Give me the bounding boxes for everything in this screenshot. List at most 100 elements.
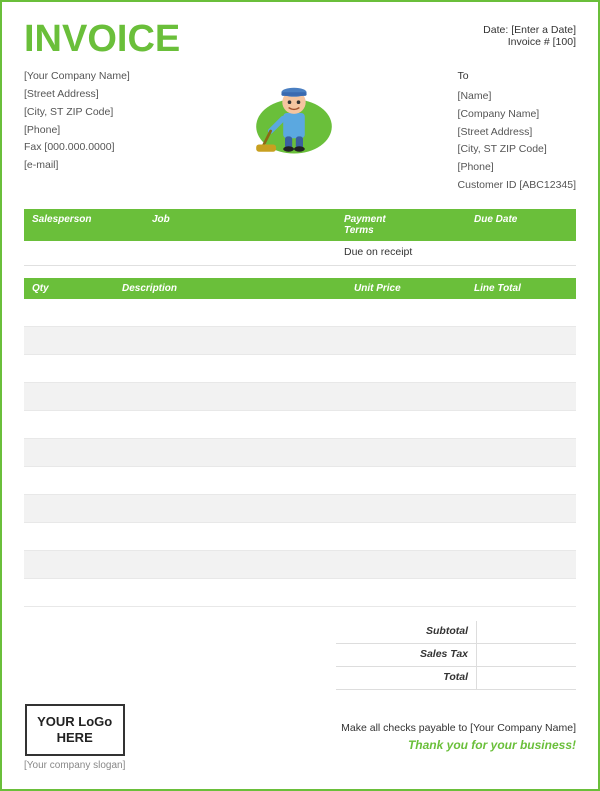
payment-terms-value: Due on receipt bbox=[336, 241, 466, 265]
seller-info: [Your Company Name] [Street Address] [Ci… bbox=[24, 68, 130, 175]
buyer-name: [Name] bbox=[458, 88, 576, 106]
buyer-customer-id: Customer ID [ABC12345] bbox=[458, 177, 576, 195]
qty-cell bbox=[24, 495, 114, 523]
desc-cell bbox=[114, 579, 346, 607]
total-cell bbox=[466, 495, 576, 523]
billing-section: [Your Company Name] [Street Address] [Ci… bbox=[24, 68, 576, 195]
table-row bbox=[24, 327, 576, 355]
desc-cell bbox=[114, 411, 346, 439]
col-salesperson: Salesperson bbox=[24, 209, 144, 241]
total-cell bbox=[466, 467, 576, 495]
items-header-row: Qty Description Unit Price Line Total bbox=[24, 278, 576, 299]
col-due-date: Due Date bbox=[466, 209, 576, 241]
desc-cell bbox=[114, 327, 346, 355]
cleaner-icon bbox=[249, 68, 339, 158]
unit-cell bbox=[346, 327, 466, 355]
buyer-city: [City, ST ZIP Code] bbox=[458, 141, 576, 159]
items-table: Qty Description Unit Price Line Total bbox=[24, 278, 576, 607]
tax-row: Sales Tax bbox=[336, 644, 576, 667]
subtotal-label: Subtotal bbox=[336, 621, 476, 643]
unit-cell bbox=[346, 439, 466, 467]
to-label: To bbox=[458, 68, 576, 86]
payable-text: Make all checks payable to [Your Company… bbox=[341, 722, 576, 734]
qty-cell bbox=[24, 327, 114, 355]
date-line: Date: [Enter a Date] bbox=[483, 24, 576, 36]
unit-cell bbox=[346, 579, 466, 607]
qty-cell bbox=[24, 523, 114, 551]
invoice-label: Invoice # bbox=[508, 36, 550, 48]
illustration-area bbox=[214, 68, 374, 158]
desc-cell bbox=[114, 551, 346, 579]
desc-cell bbox=[114, 523, 346, 551]
totals-section: Subtotal Sales Tax Total bbox=[24, 621, 576, 690]
salesperson-data-row: Due on receipt bbox=[24, 241, 576, 266]
unit-cell bbox=[346, 467, 466, 495]
desc-cell bbox=[114, 383, 346, 411]
total-cell bbox=[466, 579, 576, 607]
table-row bbox=[24, 411, 576, 439]
logo-area: YOUR LoGo HERE [Your company slogan] bbox=[24, 704, 125, 771]
date-value: [Enter a Date] bbox=[511, 24, 576, 36]
total-cell bbox=[466, 439, 576, 467]
footer: YOUR LoGo HERE [Your company slogan] Mak… bbox=[24, 704, 576, 771]
table-row bbox=[24, 495, 576, 523]
subtotal-value bbox=[476, 621, 576, 643]
qty-cell bbox=[24, 299, 114, 327]
salesperson-value bbox=[24, 241, 144, 265]
thank-you-text: Thank you for your business! bbox=[341, 738, 576, 752]
unit-cell bbox=[346, 411, 466, 439]
invoice-number: [100] bbox=[553, 36, 576, 48]
salesperson-table: Salesperson Job PaymentTerms Due Date Du… bbox=[24, 209, 576, 266]
total-cell bbox=[466, 355, 576, 383]
job-value bbox=[144, 241, 336, 265]
table-row bbox=[24, 579, 576, 607]
unit-cell bbox=[346, 383, 466, 411]
totals-table: Subtotal Sales Tax Total bbox=[336, 621, 576, 690]
total-cell bbox=[466, 551, 576, 579]
invoice-title: INVOICE bbox=[24, 20, 180, 58]
invoice-number-line: Invoice # [100] bbox=[483, 36, 576, 48]
qty-cell bbox=[24, 383, 114, 411]
unit-cell bbox=[346, 551, 466, 579]
table-row bbox=[24, 439, 576, 467]
col-job: Job bbox=[144, 209, 336, 241]
desc-cell bbox=[114, 355, 346, 383]
footer-right: Make all checks payable to [Your Company… bbox=[341, 722, 576, 752]
total-cell bbox=[466, 327, 576, 355]
table-row bbox=[24, 355, 576, 383]
qty-cell bbox=[24, 467, 114, 495]
seller-fax: Fax [000.000.0000] bbox=[24, 139, 130, 157]
table-row bbox=[24, 523, 576, 551]
buyer-company: [Company Name] bbox=[458, 106, 576, 124]
col-unit-price: Unit Price bbox=[346, 278, 466, 299]
tax-label: Sales Tax bbox=[336, 644, 476, 666]
header-right: Date: [Enter a Date] Invoice # [100] bbox=[483, 24, 576, 48]
buyer-phone: [Phone] bbox=[458, 159, 576, 177]
col-description: Description bbox=[114, 278, 346, 299]
subtotal-row: Subtotal bbox=[336, 621, 576, 644]
logo-box: YOUR LoGo HERE bbox=[25, 704, 125, 756]
total-label: Total bbox=[336, 667, 476, 689]
desc-cell bbox=[114, 439, 346, 467]
seller-phone: [Phone] bbox=[24, 122, 130, 140]
buyer-address: [Street Address] bbox=[458, 124, 576, 142]
table-row bbox=[24, 467, 576, 495]
col-line-total: Line Total bbox=[466, 278, 576, 299]
salesperson-header-row: Salesperson Job PaymentTerms Due Date bbox=[24, 209, 576, 241]
total-cell bbox=[466, 299, 576, 327]
desc-cell bbox=[114, 467, 346, 495]
unit-cell bbox=[346, 299, 466, 327]
unit-cell bbox=[346, 355, 466, 383]
seller-email: [e-mail] bbox=[24, 157, 130, 175]
tax-value bbox=[476, 644, 576, 666]
qty-cell bbox=[24, 439, 114, 467]
total-cell bbox=[466, 411, 576, 439]
total-value bbox=[476, 667, 576, 689]
total-cell bbox=[466, 523, 576, 551]
qty-cell bbox=[24, 411, 114, 439]
total-row: Total bbox=[336, 667, 576, 690]
due-date-value bbox=[466, 241, 576, 265]
table-row bbox=[24, 299, 576, 327]
company-slogan: [Your company slogan] bbox=[24, 760, 125, 771]
desc-cell bbox=[114, 299, 346, 327]
